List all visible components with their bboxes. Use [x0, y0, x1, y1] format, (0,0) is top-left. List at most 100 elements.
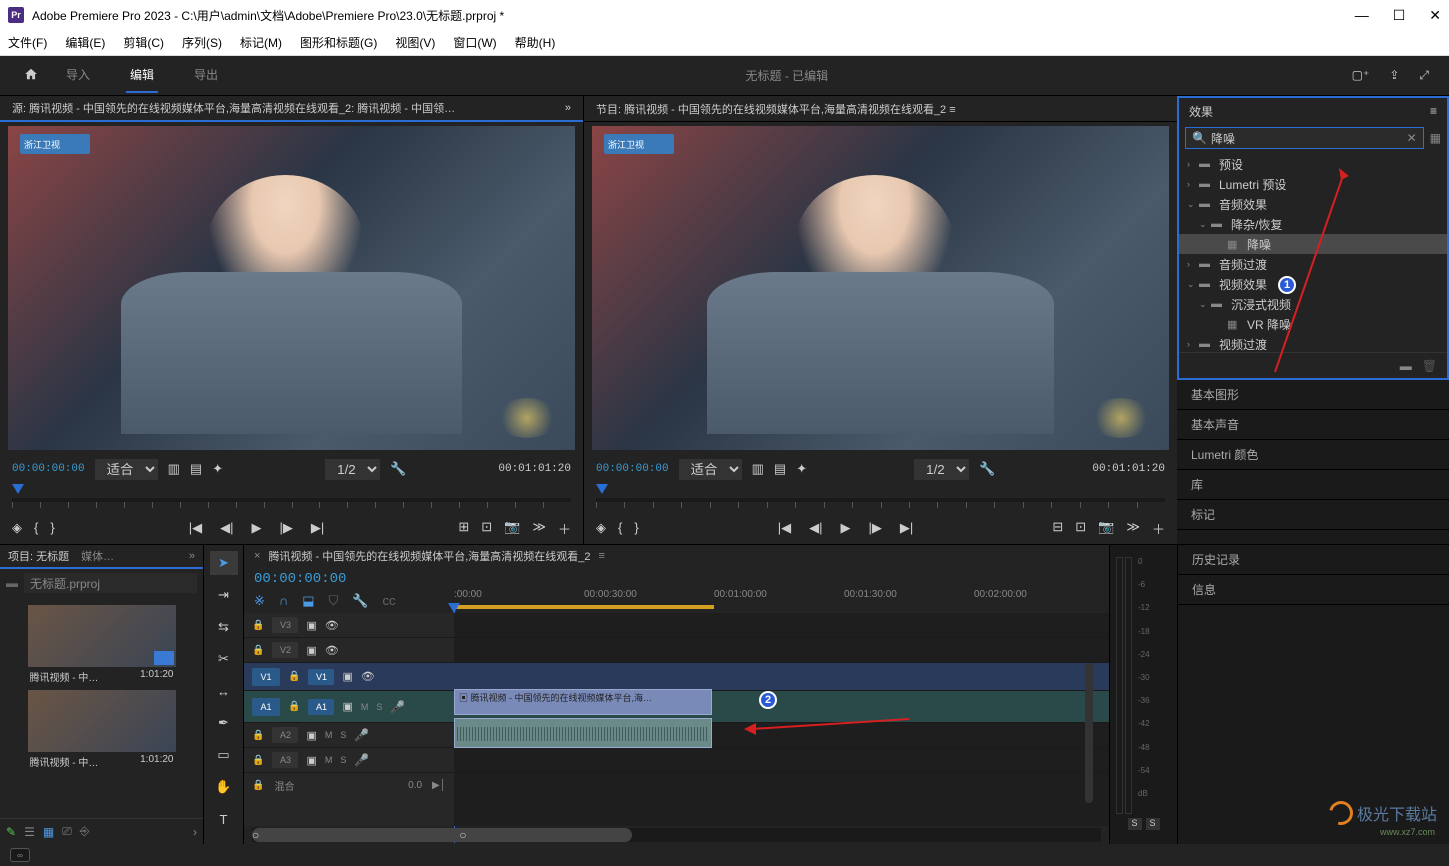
menu-file[interactable]: 文件(F) — [8, 34, 47, 51]
step-forward-icon[interactable]: |▶ — [869, 520, 882, 536]
project-item-sequence[interactable]: 腾讯视频 - 中…1:01:20 — [28, 605, 176, 686]
snap-icon[interactable]: ※ — [254, 593, 265, 609]
program-time-ruler[interactable] — [596, 484, 1165, 512]
new-bin-icon[interactable]: ▦ — [1430, 131, 1441, 145]
mark-in-icon[interactable]: { — [34, 520, 38, 536]
slip-tool[interactable]: ↔ — [210, 679, 238, 703]
pen-tool[interactable]: ✒ — [210, 711, 238, 735]
program-timecode-in[interactable]: 00:00:00:00 — [596, 463, 669, 475]
program-panel-header[interactable]: 节目: 腾讯视频 - 中国领先的在线视频媒体平台,海量高清视频在线观看_2 ≡ — [584, 96, 1177, 122]
effects-tree-item[interactable]: ⌄▬沉浸式视频 — [1179, 294, 1447, 314]
sort-icon[interactable]: ⎚ — [62, 824, 72, 839]
delete-icon[interactable]: 🗑 — [1422, 359, 1437, 373]
panel-chevron-icon[interactable]: » — [565, 102, 571, 114]
program-zoom-select[interactable]: 1/2 — [914, 459, 969, 480]
home-icon[interactable] — [24, 67, 38, 84]
workspace-import[interactable]: 导入 — [62, 58, 94, 93]
video-clip[interactable]: ▣ 腾讯视频 - 中国领先的在线视频媒体平台,海… — [454, 689, 712, 715]
source-timecode-in[interactable]: 00:00:00:00 — [12, 463, 85, 475]
export-frame-icon[interactable]: 📷 — [504, 519, 520, 538]
timeline-ruler[interactable]: :00:00 00:00:30:00 00:01:00:00 00:01:30:… — [454, 589, 1109, 611]
list-view-icon[interactable]: ☰ — [24, 825, 35, 839]
markers-icon[interactable]: ▥ — [168, 461, 180, 477]
button-editor-icon[interactable]: ≫ — [532, 519, 546, 538]
panel-chevron-icon[interactable]: » — [189, 550, 195, 562]
project-filter-input[interactable]: 无标题.prproj — [24, 573, 197, 593]
freeform-view-icon[interactable]: ✎ — [6, 825, 16, 839]
panel-tab-essential-sound[interactable]: 基本声音 — [1177, 410, 1449, 440]
timeline-settings-icon[interactable]: ⛉ — [329, 593, 339, 609]
effects-tree-item[interactable]: ▦降噪 — [1179, 234, 1447, 254]
panel-tab-history[interactable]: 历史记录 — [1178, 545, 1449, 575]
extract-icon[interactable]: ⊡ — [1075, 519, 1086, 538]
rulers-icon[interactable]: ▤ — [190, 461, 202, 477]
source-patch-a1[interactable]: A1 — [252, 698, 280, 716]
toggle-output-icon[interactable]: ▣ — [306, 619, 316, 632]
workspace-export[interactable]: 导出 — [190, 58, 222, 93]
panel-tab-info[interactable]: 信息 — [1178, 575, 1449, 605]
toggle-output-icon[interactable]: ▣ — [306, 644, 316, 657]
mark-in-icon[interactable]: { — [618, 520, 622, 536]
hand-tool[interactable]: ✋ — [210, 775, 238, 799]
razor-tool[interactable]: ✂ — [210, 647, 238, 671]
source-panel-header[interactable]: 源: 腾讯视频 - 中国领先的在线视频媒体平台,海量高清视频在线观看_2: 腾讯… — [0, 96, 583, 122]
minimize-button[interactable]: — — [1355, 7, 1369, 24]
track-target-v3[interactable]: V3 — [272, 617, 298, 633]
source-fit-select[interactable]: 适合 — [95, 459, 158, 480]
toggle-output-icon[interactable]: ▣ — [306, 729, 316, 742]
menu-edit[interactable]: 编辑(E) — [65, 34, 105, 51]
comparison-icon[interactable]: ≫ — [1126, 519, 1140, 538]
menu-sequence[interactable]: 序列(S) — [182, 34, 222, 51]
go-to-out-icon[interactable]: ▶| — [311, 520, 324, 536]
mark-out-icon[interactable]: } — [50, 520, 54, 536]
automate-icon[interactable]: ⎆ — [80, 824, 90, 839]
markers-icon[interactable]: ▥ — [752, 461, 764, 477]
add-button-icon[interactable]: ＋ — [1152, 519, 1165, 538]
effects-tree-item[interactable]: ⌄▬音频效果 — [1179, 194, 1447, 214]
creative-cloud-icon[interactable]: ∞ — [10, 848, 30, 862]
timeline-sequence-name[interactable]: 腾讯视频 - 中国领先的在线视频媒体平台,海量高清视频在线观看_2 — [268, 548, 590, 564]
effects-tree-item[interactable]: ›▬Lumetri 预设 — [1179, 174, 1447, 194]
effects-tree-item[interactable]: ›▬预设 — [1179, 154, 1447, 174]
media-browser-tab[interactable]: 媒体… — [81, 548, 114, 564]
track-select-tool[interactable]: ⇥ — [210, 583, 238, 607]
project-tab[interactable]: 项目: 无标题 — [8, 548, 69, 564]
step-back-icon[interactable]: ◀| — [220, 520, 233, 536]
step-back-icon[interactable]: ◀| — [809, 520, 822, 536]
panel-tab-libraries[interactable]: 库 — [1177, 470, 1449, 500]
toggle-output-icon[interactable]: ▣ — [342, 670, 352, 683]
track-target-a1[interactable]: A1 — [308, 699, 334, 715]
lock-icon[interactable]: 🔒 — [252, 645, 264, 656]
source-time-ruler[interactable] — [12, 484, 571, 512]
play-icon[interactable]: ▶ — [252, 520, 262, 536]
settings-icon[interactable]: 🔧 — [390, 461, 406, 477]
timeline-timecode[interactable]: 00:00:00:00 — [254, 571, 444, 587]
program-fit-select[interactable]: 适合 — [679, 459, 742, 480]
effects-tree-item[interactable]: ⌄▬降杂/恢复 — [1179, 214, 1447, 234]
ripple-edit-tool[interactable]: ⇆ — [210, 615, 238, 639]
track-target-v1[interactable]: V1 — [308, 669, 334, 685]
toggle-output-icon[interactable]: ▣ — [306, 754, 316, 767]
timeline-zoom-scrollbar[interactable]: ○ ○ — [252, 828, 1101, 842]
crosshair-icon[interactable]: ✦ — [796, 461, 807, 477]
maximize-button[interactable]: ☐ — [1393, 7, 1406, 24]
source-zoom-select[interactable]: 1/2 — [325, 459, 380, 480]
eye-icon[interactable]: 👁 — [325, 644, 339, 657]
go-to-in-icon[interactable]: |◀ — [778, 520, 791, 536]
play-icon[interactable]: ▶ — [841, 520, 851, 536]
panel-tab-markers[interactable]: 标记 — [1177, 500, 1449, 530]
program-video-view[interactable]: 浙江卫视 — [592, 126, 1169, 450]
eye-icon[interactable]: 👁 — [361, 670, 375, 683]
track-target-a2[interactable]: A2 — [272, 727, 298, 743]
effects-tree-item[interactable]: ⌄▬视频效果 — [1179, 274, 1447, 294]
effects-search-input[interactable]: 降噪 — [1211, 130, 1235, 147]
eye-icon[interactable]: 👁 — [325, 619, 339, 632]
source-patch-v1[interactable]: V1 — [252, 668, 280, 686]
menu-help[interactable]: 帮助(H) — [515, 34, 556, 51]
toggle-output-icon[interactable]: ▣ — [342, 700, 352, 713]
effects-tree-item[interactable]: ▦VR 降噪 — [1179, 314, 1447, 334]
vertical-scrollbar[interactable] — [1085, 663, 1093, 803]
menu-view[interactable]: 视图(V) — [395, 34, 435, 51]
close-sequence-icon[interactable]: × — [254, 550, 260, 562]
clear-search-icon[interactable]: ✕ — [1407, 131, 1417, 145]
